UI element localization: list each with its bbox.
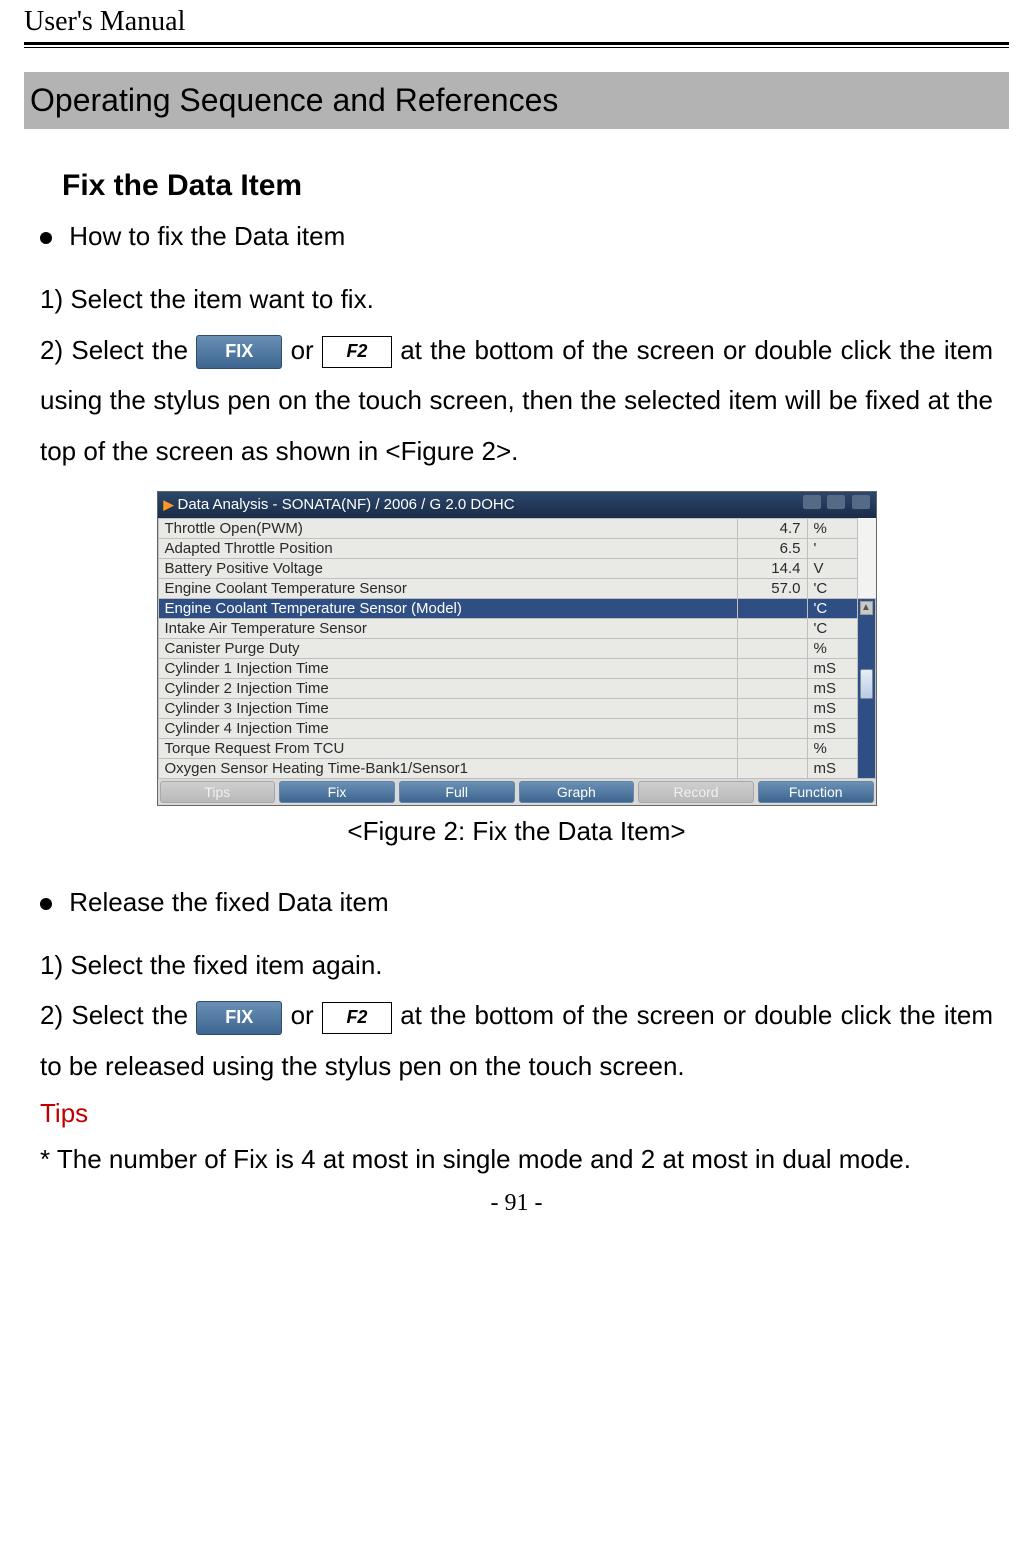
step-1-release: 1) Select the fixed item again. [40, 940, 993, 991]
cell-value [737, 638, 807, 658]
cell-name: Canister Purge Duty [158, 638, 737, 658]
table-row[interactable]: Torque Request From TCU% [158, 738, 875, 758]
table-row[interactable]: Cylinder 3 Injection Time mS [158, 698, 875, 718]
step2r-text-a: 2) Select the [40, 1000, 196, 1030]
toolbar-full[interactable]: Full [399, 781, 515, 803]
cell-value [737, 618, 807, 638]
step2r-or: or [291, 1000, 322, 1030]
table-row[interactable]: Battery Positive Voltage14.4V [158, 558, 875, 578]
step2-text-a: 2) Select the [40, 335, 196, 365]
cell-value [737, 678, 807, 698]
bullet-text: How to fix the Data item [69, 221, 345, 251]
table-row[interactable]: Adapted Throttle Position6.5' [158, 538, 875, 558]
bullet-release: Release the fixed Data item [40, 887, 1009, 918]
cell-value: 4.7 [737, 518, 807, 538]
table-row[interactable]: Canister Purge Duty% [158, 638, 875, 658]
device-title-text: Data Analysis - SONATA(NF) / 2006 / G 2.… [178, 492, 802, 518]
table-row[interactable]: Cylinder 1 Injection Time mS [158, 658, 875, 678]
cell-unit: % [807, 738, 857, 758]
tips-label: Tips [40, 1098, 1009, 1129]
data-grid: Throttle Open(PWM)4.7%Adapted Throttle P… [158, 518, 876, 779]
cell-unit: mS [807, 658, 857, 678]
table-row[interactable]: Engine Coolant Temperature Sensor (Model… [158, 598, 875, 618]
fix-button[interactable]: FIX [196, 1001, 282, 1035]
cell-value: 57.0 [737, 578, 807, 598]
cell-unit: 'C [807, 598, 857, 618]
cell-unit: 'C [807, 578, 857, 598]
toolbar-fix[interactable]: Fix [279, 781, 395, 803]
cell-name: Cylinder 1 Injection Time [158, 658, 737, 678]
titlebar-icon-2[interactable] [827, 495, 845, 509]
device-titlebar: ▶ Data Analysis - SONATA(NF) / 2006 / G … [158, 492, 876, 518]
cell-unit: mS [807, 718, 857, 738]
cell-name: Engine Coolant Temperature Sensor (Model… [158, 598, 737, 618]
device-screenshot: ▶ Data Analysis - SONATA(NF) / 2006 / G … [157, 491, 877, 806]
f2-key[interactable]: F2 [322, 1002, 392, 1034]
step-2-fix: 2) Select the FIX or F2 at the bottom of… [40, 325, 993, 477]
cell-name: Oxygen Sensor Heating Time-Bank1/Sensor1 [158, 758, 737, 778]
cell-unit: mS [807, 678, 857, 698]
device-toolbar: Tips Fix Full Graph Record Function [158, 779, 876, 805]
running-header: User's Manual [24, 0, 1009, 40]
table-row[interactable]: Cylinder 4 Injection Time mS [158, 718, 875, 738]
cell-name: Cylinder 4 Injection Time [158, 718, 737, 738]
cell-unit: mS [807, 698, 857, 718]
cell-name: Torque Request From TCU [158, 738, 737, 758]
cell-unit: mS [807, 758, 857, 778]
cell-value: 14.4 [737, 558, 807, 578]
table-row[interactable]: Cylinder 2 Injection Time mS [158, 678, 875, 698]
figure-2-caption: <Figure 2: Fix the Data Item> [24, 816, 1009, 847]
table-row[interactable]: Throttle Open(PWM)4.7% [158, 518, 875, 538]
cell-value [737, 718, 807, 738]
titlebar-icons [801, 492, 869, 518]
title-arrow-icon: ▶ [164, 492, 174, 518]
table-row[interactable]: Intake Air Temperature Sensor 'C [158, 618, 875, 638]
scroll-thumb[interactable] [860, 669, 873, 699]
figure-2-container: ▶ Data Analysis - SONATA(NF) / 2006 / G … [24, 491, 1009, 806]
titlebar-icon-1[interactable] [803, 495, 821, 509]
tips-body: * The number of Fix is 4 at most in sing… [40, 1135, 993, 1184]
cell-name: Throttle Open(PWM) [158, 518, 737, 538]
table-row[interactable]: Engine Coolant Temperature Sensor57.0'C [158, 578, 875, 598]
fix-button[interactable]: FIX [196, 335, 282, 369]
cell-value [737, 698, 807, 718]
bullet-icon [40, 232, 52, 244]
cell-name: Engine Coolant Temperature Sensor [158, 578, 737, 598]
bullet-text: Release the fixed Data item [69, 887, 388, 917]
cell-value: 6.5 [737, 538, 807, 558]
cell-name: Adapted Throttle Position [158, 538, 737, 558]
bullet-how-to-fix: How to fix the Data item [40, 221, 1009, 252]
table-row[interactable]: Oxygen Sensor Heating Time-Bank1/Sensor1… [158, 758, 875, 778]
cell-value [737, 738, 807, 758]
cell-name: Battery Positive Voltage [158, 558, 737, 578]
cell-value [737, 598, 807, 618]
cell-unit: 'C [807, 618, 857, 638]
bullet-icon [40, 898, 52, 910]
step2-or: or [291, 335, 322, 365]
step-1-fix: 1) Select the item want to fix. [40, 274, 993, 325]
cell-name: Cylinder 2 Injection Time [158, 678, 737, 698]
page-title-banner: Operating Sequence and References [24, 72, 1009, 129]
section-heading-fix: Fix the Data Item [62, 169, 1009, 203]
cell-unit: V [807, 558, 857, 578]
scroll-up-icon[interactable]: ▲ [860, 601, 873, 615]
cell-unit: ' [807, 538, 857, 558]
cell-name: Cylinder 3 Injection Time [158, 698, 737, 718]
cell-name: Intake Air Temperature Sensor [158, 618, 737, 638]
toolbar-graph[interactable]: Graph [519, 781, 635, 803]
toolbar-tips[interactable]: Tips [160, 781, 276, 803]
cell-value [737, 758, 807, 778]
header-rule [24, 42, 1009, 48]
cell-value [737, 658, 807, 678]
titlebar-icon-3[interactable] [852, 495, 870, 509]
toolbar-record[interactable]: Record [638, 781, 754, 803]
toolbar-function[interactable]: Function [758, 781, 874, 803]
cell-unit: % [807, 518, 857, 538]
cell-unit: % [807, 638, 857, 658]
scrollbar[interactable]: ▲ [857, 598, 875, 778]
page-number: - 91 - [24, 1190, 1009, 1217]
step-2-release: 2) Select the FIX or F2 at the bottom of… [40, 990, 993, 1091]
f2-key[interactable]: F2 [322, 336, 392, 368]
